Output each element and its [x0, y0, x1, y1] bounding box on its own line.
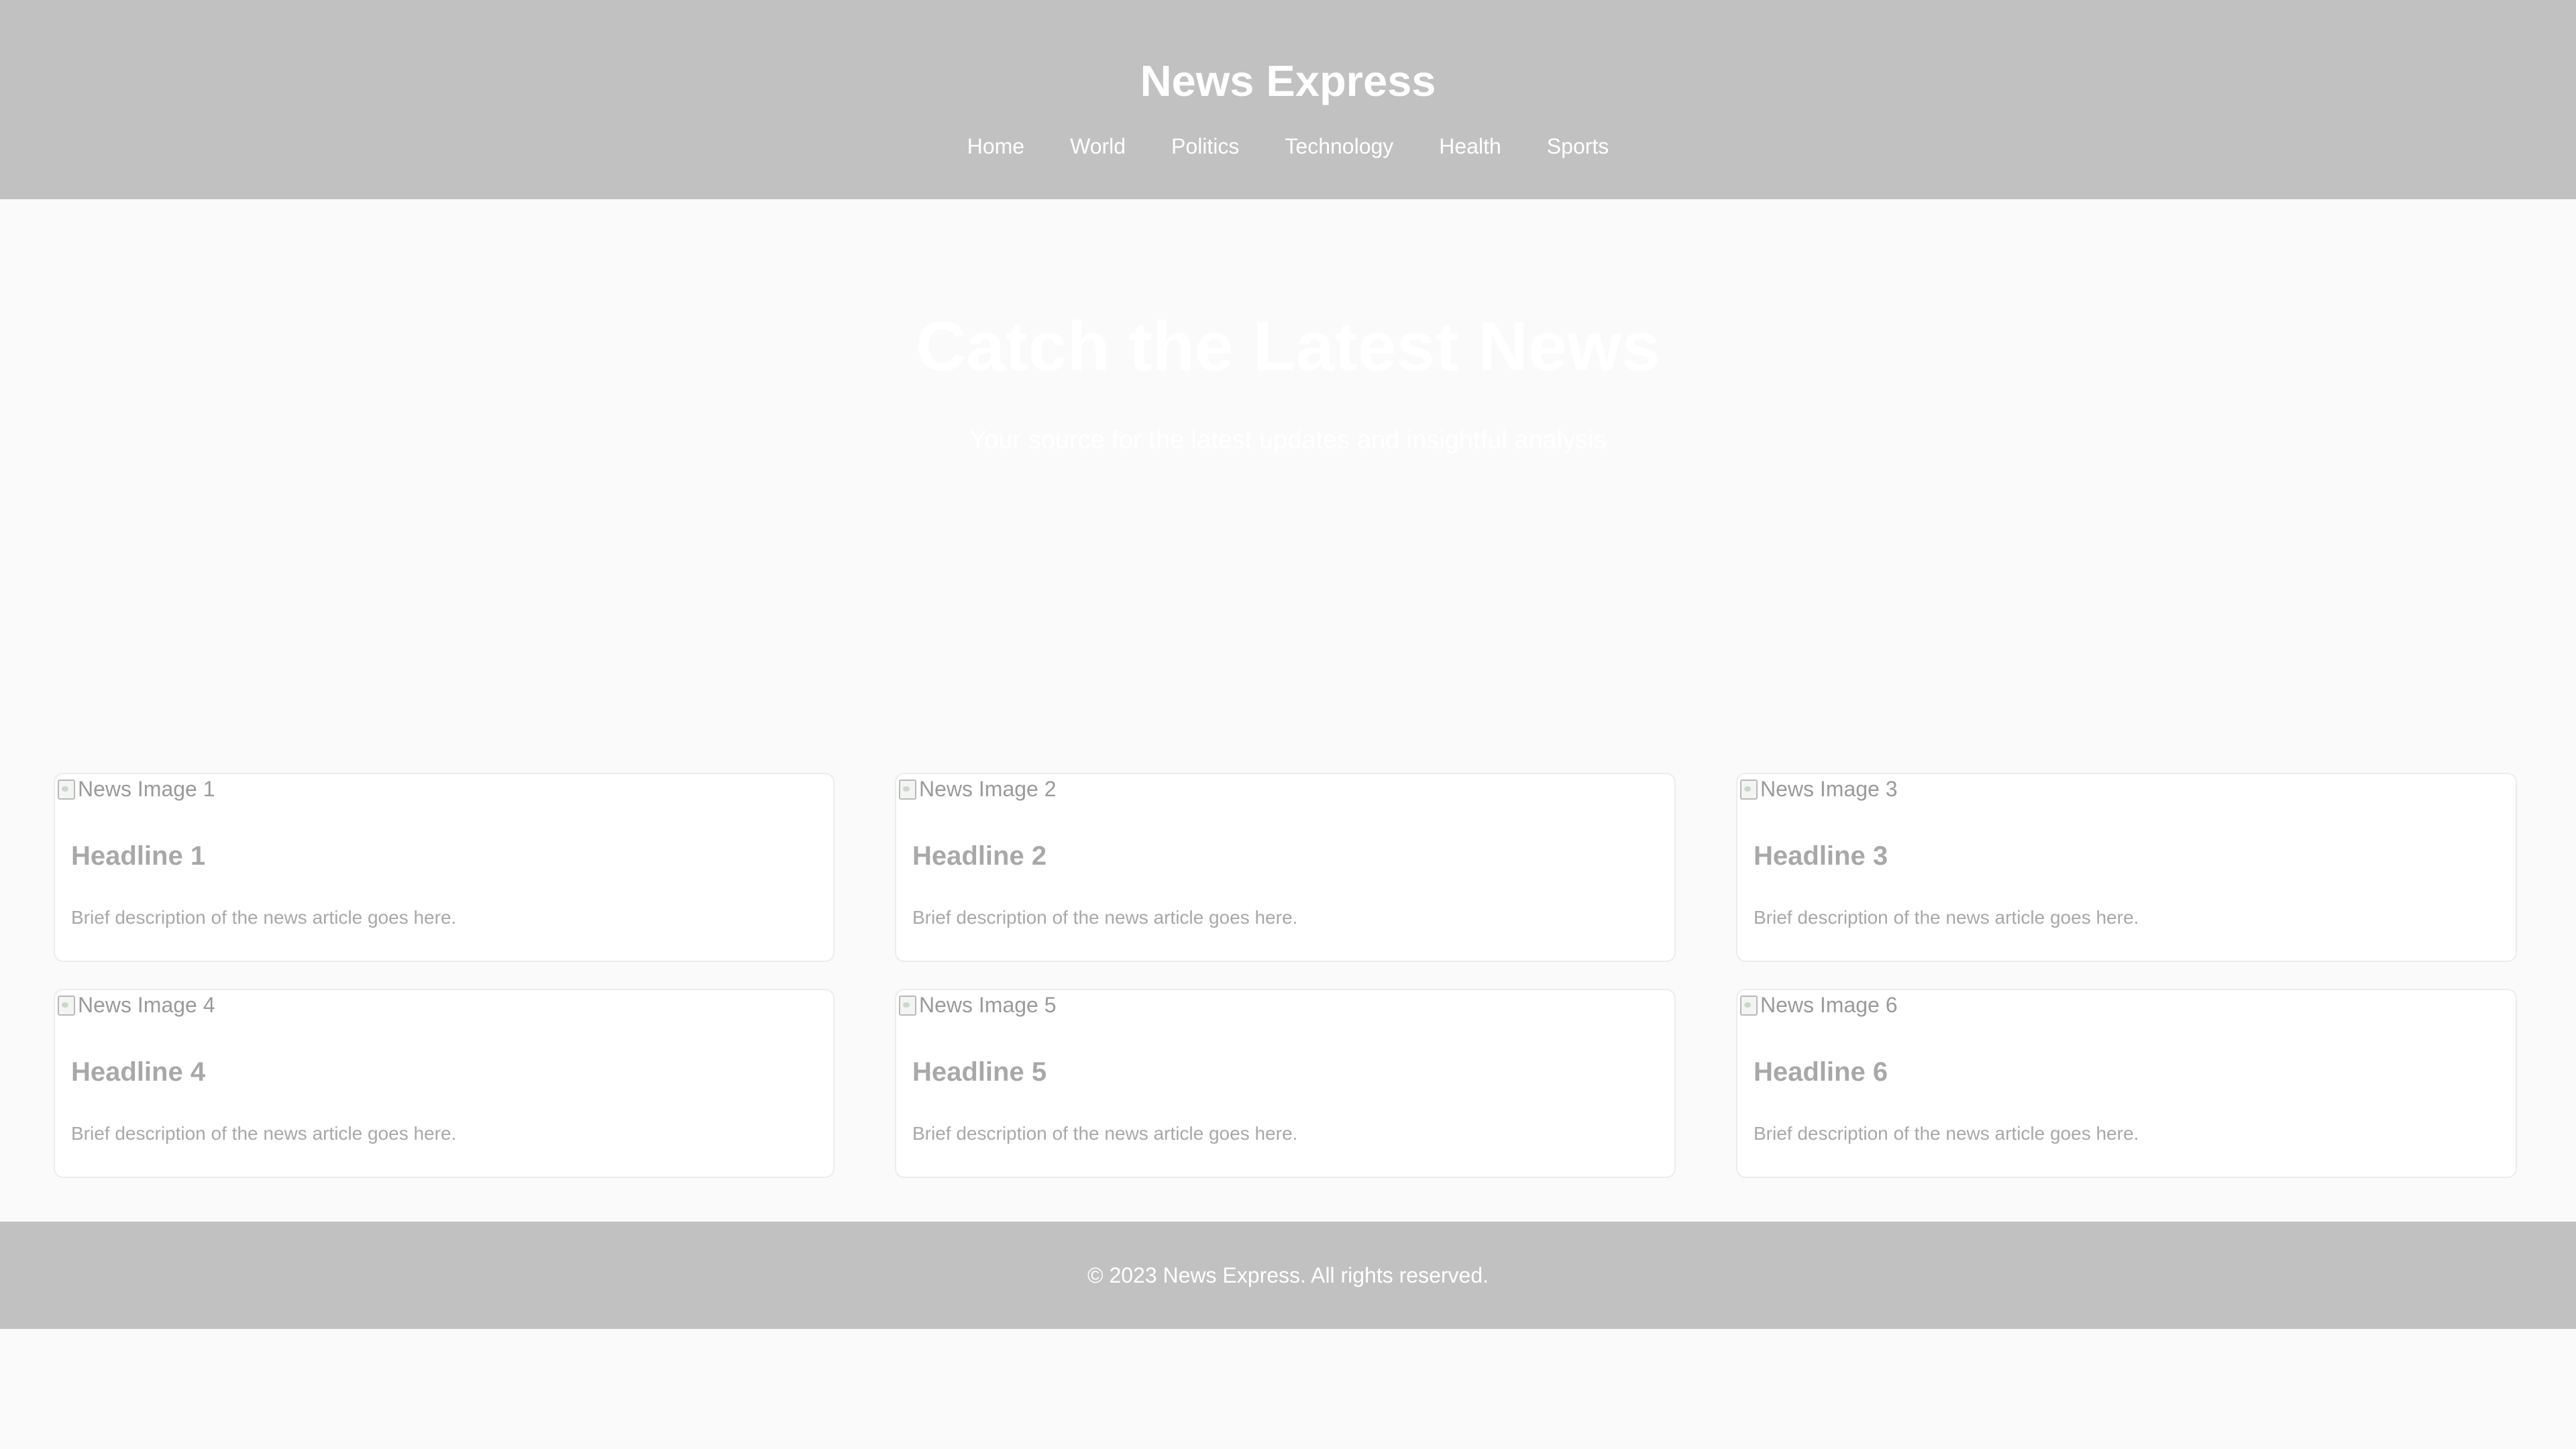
hero-subtitle: Your source for the latest updates and i…	[969, 426, 1607, 454]
main-nav: Home World Politics Technology Health Sp…	[0, 131, 2576, 161]
card-description: Brief description of the news article go…	[1754, 907, 2139, 928]
news-card[interactable]: News Image 6 Headline 6 Brief descriptio…	[1736, 989, 2517, 1178]
news-image[interactable]: News Image 6	[1737, 990, 1898, 1020]
broken-image-icon	[55, 777, 78, 801]
news-image-alt: News Image 3	[1760, 776, 1898, 801]
news-card[interactable]: News Image 3 Headline 3 Brief descriptio…	[1736, 773, 2517, 962]
card-description: Brief description of the news article go…	[1754, 1123, 2139, 1144]
news-image[interactable]: News Image 3	[1737, 774, 1898, 804]
nav-link-home[interactable]: Home	[945, 131, 1047, 161]
card-headline[interactable]: Headline 1	[71, 839, 205, 873]
footer-copyright: © 2023 News Express. All rights reserved…	[1087, 1263, 1489, 1287]
news-image[interactable]: News Image 2	[896, 774, 1057, 804]
broken-image-icon	[896, 993, 919, 1017]
news-image-alt: News Image 5	[919, 992, 1057, 1017]
news-card[interactable]: News Image 1 Headline 1 Brief descriptio…	[54, 773, 835, 962]
broken-image-icon	[55, 993, 78, 1017]
news-image-alt: News Image 2	[919, 776, 1057, 801]
news-image[interactable]: News Image 4	[55, 990, 215, 1020]
hero-section: Catch the Latest News Your source for th…	[0, 199, 2576, 722]
card-description: Brief description of the news article go…	[71, 907, 457, 928]
nav-link-health[interactable]: Health	[1416, 131, 1524, 161]
news-card[interactable]: News Image 4 Headline 4 Brief descriptio…	[54, 989, 835, 1178]
broken-image-icon	[1737, 993, 1760, 1017]
nav-link-technology[interactable]: Technology	[1262, 131, 1416, 161]
news-card[interactable]: News Image 5 Headline 5 Brief descriptio…	[895, 989, 1676, 1178]
nav-link-world[interactable]: World	[1047, 131, 1148, 161]
site-header: News Express Home World Politics Technol…	[0, 0, 2576, 199]
news-image[interactable]: News Image 5	[896, 990, 1057, 1020]
nav-link-politics[interactable]: Politics	[1148, 131, 1262, 161]
news-image-alt: News Image 6	[1760, 992, 1898, 1017]
card-headline[interactable]: Headline 5	[912, 1055, 1046, 1089]
card-headline[interactable]: Headline 2	[912, 839, 1046, 873]
card-headline[interactable]: Headline 3	[1754, 839, 1888, 873]
news-grid: News Image 1 Headline 1 Brief descriptio…	[54, 773, 2522, 1178]
card-description: Brief description of the news article go…	[71, 1123, 457, 1144]
news-card[interactable]: News Image 2 Headline 2 Brief descriptio…	[895, 773, 1676, 962]
broken-image-icon	[1737, 777, 1760, 801]
card-description: Brief description of the news article go…	[912, 1123, 1298, 1144]
hero-title: Catch the Latest News	[916, 308, 1660, 386]
nav-link-sports[interactable]: Sports	[1524, 131, 1631, 161]
news-image[interactable]: News Image 1	[55, 774, 215, 804]
card-description: Brief description of the news article go…	[912, 907, 1298, 928]
news-image-alt: News Image 1	[78, 776, 215, 801]
card-headline[interactable]: Headline 6	[1754, 1055, 1888, 1089]
news-image-alt: News Image 4	[78, 992, 215, 1017]
site-title[interactable]: News Express	[0, 52, 2576, 109]
site-footer: © 2023 News Express. All rights reserved…	[0, 1222, 2576, 1329]
card-headline[interactable]: Headline 4	[71, 1055, 205, 1089]
broken-image-icon	[896, 777, 919, 801]
